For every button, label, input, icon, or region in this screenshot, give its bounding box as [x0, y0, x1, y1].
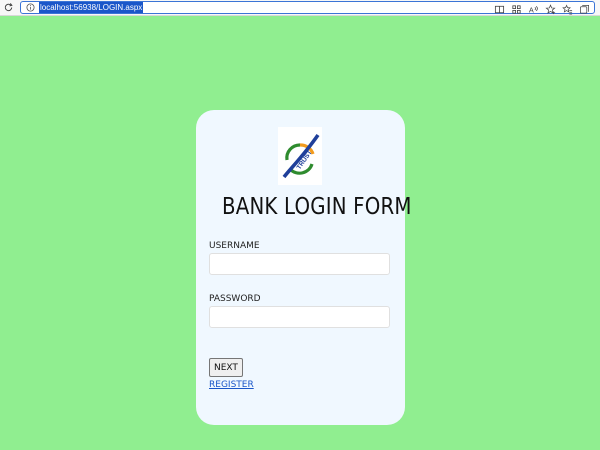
username-input[interactable]	[209, 253, 390, 275]
favorite-add-icon[interactable]	[545, 3, 556, 15]
page-title: BANK LOGIN FORM	[222, 194, 412, 220]
read-aloud-icon[interactable]: A	[528, 4, 539, 15]
reload-icon[interactable]	[3, 2, 14, 13]
favorites-icon[interactable]	[562, 3, 573, 15]
username-label: USERNAME	[209, 241, 260, 251]
svg-text:A: A	[529, 5, 534, 14]
next-button[interactable]: NEXT	[209, 358, 243, 377]
split-screen-icon[interactable]	[494, 4, 505, 15]
trust-logo: TRUST	[278, 127, 322, 185]
address-bar-icons: A	[494, 2, 590, 16]
browser-toolbar: localhost:56938/LOGIN.aspx A	[0, 0, 600, 16]
url-text[interactable]: localhost:56938/LOGIN.aspx	[39, 2, 144, 13]
register-link[interactable]: REGISTER	[209, 380, 254, 390]
info-icon[interactable]	[26, 3, 35, 12]
address-bar[interactable]: localhost:56938/LOGIN.aspx A	[20, 1, 595, 14]
password-label: PASSWORD	[209, 294, 261, 304]
password-input[interactable]	[209, 306, 390, 328]
app-grid-icon[interactable]	[511, 4, 522, 15]
collections-icon[interactable]	[579, 4, 590, 15]
login-card: TRUST BANK LOGIN FORM USERNAME PASSWORD …	[196, 110, 411, 425]
